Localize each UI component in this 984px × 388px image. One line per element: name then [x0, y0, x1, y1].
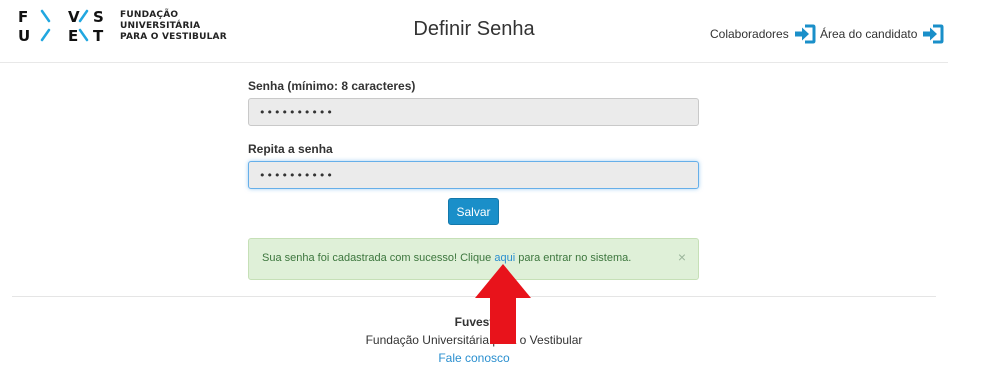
- login-here-link[interactable]: aqui: [494, 252, 515, 264]
- footer-org-fullname: Fundação Universitária para o Vestibular: [365, 333, 583, 347]
- contact-link[interactable]: Fale conosco: [438, 350, 509, 366]
- alert-message: Sua senha foi cadastrada com sucesso! Cl…: [262, 252, 631, 264]
- footer: Fuvest Fundação Universitária para o Ves…: [0, 314, 948, 367]
- save-button[interactable]: Salvar: [448, 198, 499, 225]
- login-icon: [794, 24, 816, 44]
- nav-colaboradores-link[interactable]: Colaboradores: [710, 24, 816, 44]
- password-label: Senha (mínimo: 8 caracteres): [248, 79, 416, 93]
- footer-divider: [12, 296, 936, 297]
- alert-text-before: Sua senha foi cadastrada com sucesso! Cl…: [262, 252, 495, 264]
- repeat-password-input[interactable]: [248, 161, 699, 189]
- red-arrow-annotation: [475, 264, 531, 344]
- password-input[interactable]: [248, 98, 699, 126]
- repeat-password-label: Repita a senha: [248, 142, 333, 156]
- login-icon: [923, 24, 944, 44]
- close-icon[interactable]: ×: [678, 249, 686, 265]
- nav-area-candidato-link[interactable]: Área do candidato: [820, 24, 944, 44]
- success-alert: Sua senha foi cadastrada com sucesso! Cl…: [248, 238, 699, 280]
- footer-org-name: Fuvest: [454, 315, 494, 329]
- alert-text-after: para entrar no sistema.: [515, 252, 632, 264]
- nav-colaboradores-label: Colaboradores: [710, 27, 789, 41]
- set-password-form: Senha (mínimo: 8 caracteres) Repita a se…: [248, 78, 699, 189]
- top-header: F V S U E T FUNDAÇÃO UNIVERSITÁRIA PARA …: [0, 0, 948, 63]
- nav-area-candidato-label: Área do candidato: [820, 27, 918, 41]
